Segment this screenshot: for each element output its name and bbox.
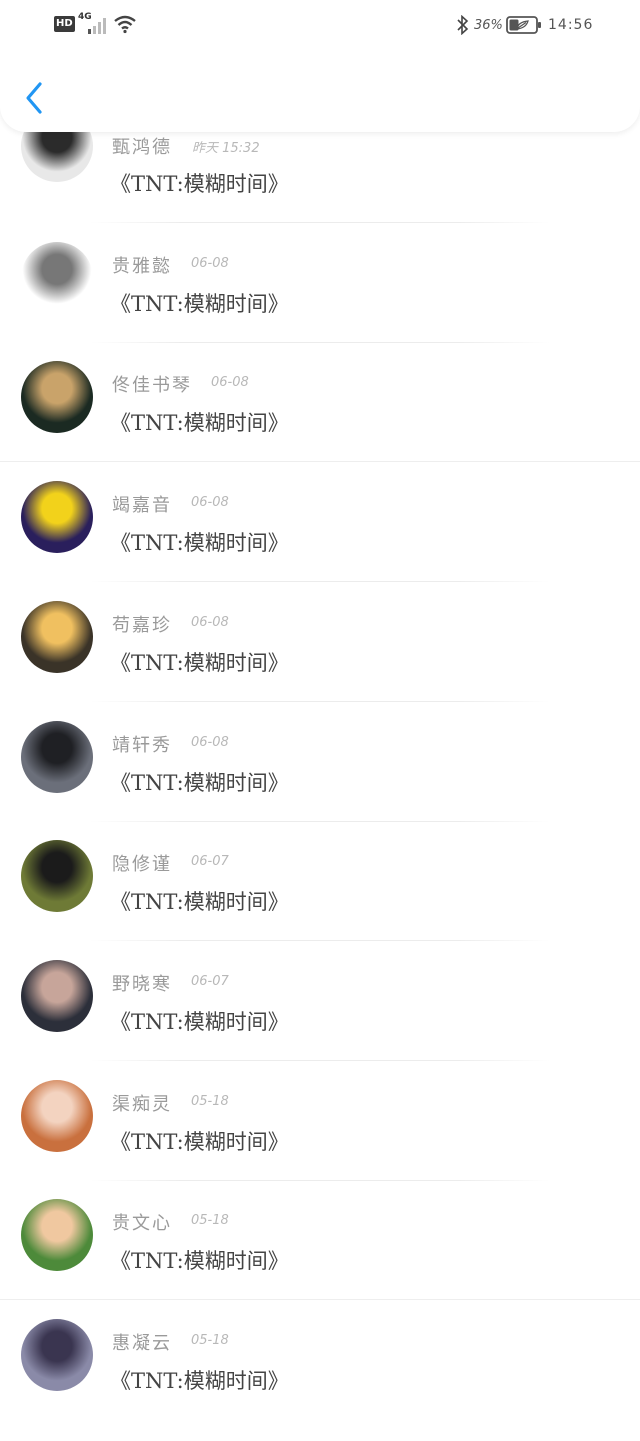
divider xyxy=(90,581,550,583)
list-item[interactable]: 竭嘉音 06-08 《TNT:模糊时间》 xyxy=(0,481,640,603)
avatar[interactable] xyxy=(21,1319,93,1391)
battery-icon xyxy=(506,16,541,34)
message-text: 《TNT:模糊时间》 xyxy=(110,531,289,556)
sender-name: 苟嘉珍 xyxy=(112,614,172,636)
divider xyxy=(0,461,640,463)
avatar[interactable] xyxy=(21,1079,93,1152)
back-chevron-icon[interactable] xyxy=(22,80,48,116)
list-item[interactable]: 佟佳书琴 06-08 《TNT:模糊时间》 xyxy=(0,361,640,483)
list-item[interactable]: 甄鸿德 昨天 15:32 《TNT:模糊时间》 xyxy=(0,110,640,244)
message-text: 《TNT:模糊时间》 xyxy=(110,770,289,795)
message-text: 《TNT:模糊时间》 xyxy=(110,890,289,915)
divider xyxy=(90,222,550,223)
message-text: 《TNT:模糊时间》 xyxy=(110,172,289,196)
avatar[interactable] xyxy=(21,840,93,913)
header-bar: HD 4G 36% 14:56 xyxy=(0,0,640,132)
divider xyxy=(90,700,550,702)
divider xyxy=(0,1299,640,1301)
avatar[interactable] xyxy=(21,600,93,673)
divider xyxy=(90,1179,550,1181)
list-item[interactable]: 渠痴灵 05-18 《TNT:模糊时间》 xyxy=(0,1079,640,1202)
list-item[interactable]: 贵雅懿 06-08 《TNT:模糊时间》 xyxy=(0,241,640,364)
avatar[interactable] xyxy=(21,361,93,434)
message-date: 06-08 xyxy=(191,495,229,511)
avatar[interactable] xyxy=(21,720,93,793)
list-item[interactable]: 隐修谨 06-07 《TNT:模糊时间》 xyxy=(0,840,640,962)
sender-name: 隐修谨 xyxy=(112,854,172,876)
sender-name: 靖轩秀 xyxy=(112,734,172,756)
divider xyxy=(90,940,550,942)
sender-name: 贵文心 xyxy=(112,1213,172,1235)
divider xyxy=(90,1059,550,1061)
message-text: 《TNT:模糊时间》 xyxy=(110,291,289,316)
list-item[interactable]: 苟嘉珍 06-08 《TNT:模糊时间》 xyxy=(0,600,640,723)
message-text: 《TNT:模糊时间》 xyxy=(110,411,289,436)
avatar[interactable] xyxy=(21,959,93,1032)
message-date: 05-18 xyxy=(191,1333,229,1348)
battery-percent: 36% xyxy=(474,18,503,33)
avatar[interactable] xyxy=(21,241,93,314)
message-date: 06-08 xyxy=(211,375,249,391)
divider xyxy=(90,820,550,822)
sender-name: 贵雅懿 xyxy=(112,255,172,277)
avatar[interactable] xyxy=(21,1199,93,1272)
message-date: 06-07 xyxy=(191,973,229,989)
bluetooth-icon xyxy=(457,15,469,35)
message-text: 《TNT:模糊时间》 xyxy=(110,650,289,675)
divider xyxy=(90,341,550,343)
message-text: 《TNT:模糊时间》 xyxy=(110,1369,289,1393)
message-date: 05-18 xyxy=(191,1093,229,1109)
message-text: 《TNT:模糊时间》 xyxy=(110,1129,289,1154)
message-text: 《TNT:模糊时间》 xyxy=(110,1249,289,1274)
list-item[interactable]: 惠凝云 05-18 《TNT:模糊时间》 xyxy=(0,1319,640,1441)
list-item[interactable]: 贵文心 05-18 《TNT:模糊时间》 xyxy=(0,1199,640,1321)
sender-name: 渠痴灵 xyxy=(112,1093,172,1115)
sender-name: 惠凝云 xyxy=(112,1333,172,1354)
avatar[interactable] xyxy=(21,481,93,554)
hd-badge: HD xyxy=(54,16,75,32)
message-text: 《TNT:模糊时间》 xyxy=(110,1009,289,1034)
wifi-icon xyxy=(114,15,136,34)
message-date: 06-08 xyxy=(191,255,229,271)
message-date: 06-08 xyxy=(191,614,229,630)
sender-name: 野晓寒 xyxy=(112,973,172,995)
list-item[interactable]: 野晓寒 06-07 《TNT:模糊时间》 xyxy=(0,959,640,1082)
list-item[interactable]: 靖轩秀 06-08 《TNT:模糊时间》 xyxy=(0,720,640,843)
message-date: 05-18 xyxy=(191,1213,229,1229)
sender-name: 竭嘉音 xyxy=(112,495,172,517)
status-bar: HD 4G 36% 14:56 xyxy=(0,0,640,52)
message-date: 06-07 xyxy=(191,854,229,870)
sender-name: 佟佳书琴 xyxy=(112,375,192,397)
sender-name: 甄鸿德 xyxy=(112,137,172,158)
clock: 14:56 xyxy=(548,17,594,33)
message-date: 昨天 15:32 xyxy=(192,141,260,156)
message-date: 06-08 xyxy=(191,734,229,750)
signal-icon xyxy=(88,18,106,34)
